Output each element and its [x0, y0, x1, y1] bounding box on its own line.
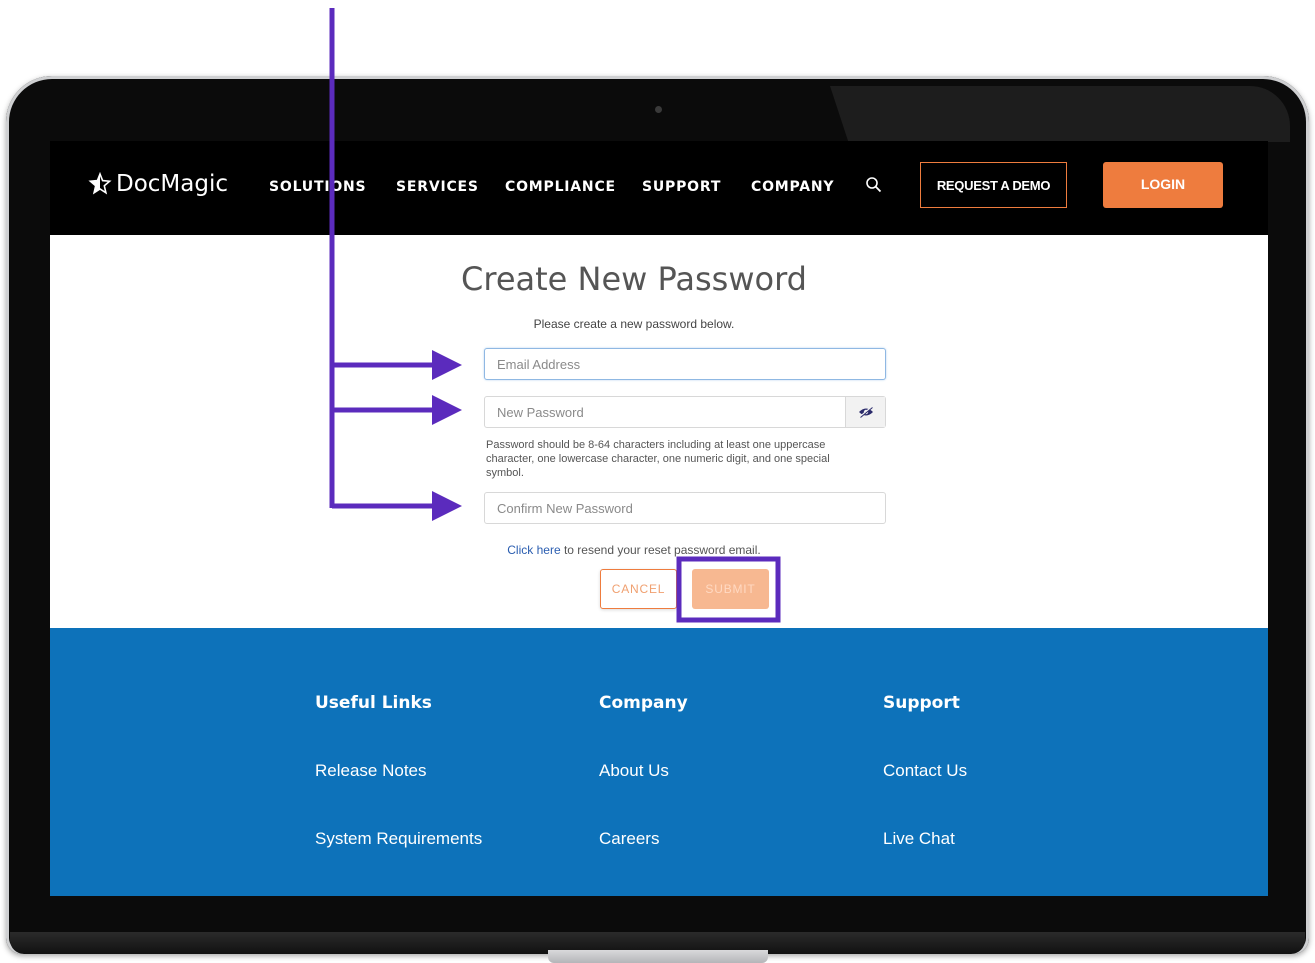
- nav-compliance[interactable]: COMPLIANCE: [505, 179, 616, 195]
- confirm-password-field[interactable]: [484, 492, 886, 524]
- nav-solutions[interactable]: SOLUTIONS: [269, 179, 366, 195]
- camera-icon: [655, 106, 662, 113]
- confirm-password-input[interactable]: [485, 493, 885, 523]
- footer-heading-support: Support: [883, 693, 960, 713]
- search-icon[interactable]: [864, 175, 884, 195]
- browser-screen: DocMagic SOLUTIONS SERVICES COMPLIANCE S…: [50, 141, 1268, 896]
- footer-link-release-notes[interactable]: Release Notes: [315, 761, 427, 781]
- nav-company[interactable]: COMPANY: [751, 179, 834, 195]
- star-icon: [88, 172, 112, 195]
- page-title: Create New Password: [461, 260, 807, 298]
- footer-heading-useful-links: Useful Links: [315, 693, 432, 713]
- email-input[interactable]: [485, 349, 885, 379]
- submit-button[interactable]: SUBMIT: [692, 569, 769, 609]
- resend-email-text: Click here to resend your reset password…: [50, 543, 1268, 557]
- footer-heading-company: Company: [599, 693, 688, 713]
- email-field[interactable]: [484, 348, 886, 380]
- password-requirements-hint: Password should be 8-64 characters inclu…: [486, 439, 830, 479]
- laptop-hinge: [548, 950, 768, 963]
- password-visibility-toggle[interactable]: [845, 397, 885, 427]
- docmagic-logo[interactable]: DocMagic: [88, 171, 228, 197]
- brand-name: DocMagic: [116, 171, 229, 197]
- eye-slash-icon: [858, 406, 873, 418]
- cancel-button[interactable]: CANCEL: [600, 569, 677, 609]
- nav-services[interactable]: SERVICES: [396, 179, 479, 195]
- top-navigation: DocMagic SOLUTIONS SERVICES COMPLIANCE S…: [50, 141, 1268, 235]
- site-footer: Useful Links Release Notes System Requir…: [50, 628, 1268, 896]
- login-button[interactable]: LOGIN: [1103, 162, 1223, 208]
- nav-support[interactable]: SUPPORT: [642, 179, 721, 195]
- new-password-input[interactable]: [485, 397, 845, 427]
- footer-link-about-us[interactable]: About Us: [599, 761, 669, 781]
- footer-link-system-requirements[interactable]: System Requirements: [315, 829, 482, 849]
- resend-suffix: to resend your reset password email.: [560, 543, 761, 557]
- resend-link[interactable]: Click here: [507, 543, 560, 557]
- new-password-field[interactable]: [484, 396, 886, 428]
- laptop-mockup: DocMagic SOLUTIONS SERVICES COMPLIANCE S…: [0, 0, 1315, 963]
- footer-link-careers[interactable]: Careers: [599, 829, 659, 849]
- laptop-bezel-glare: [830, 86, 1290, 142]
- footer-link-contact-us[interactable]: Contact Us: [883, 761, 967, 781]
- request-demo-button[interactable]: REQUEST A DEMO: [920, 162, 1067, 208]
- page-subtitle: Please create a new password below.: [533, 317, 735, 331]
- footer-link-live-chat[interactable]: Live Chat: [883, 829, 955, 849]
